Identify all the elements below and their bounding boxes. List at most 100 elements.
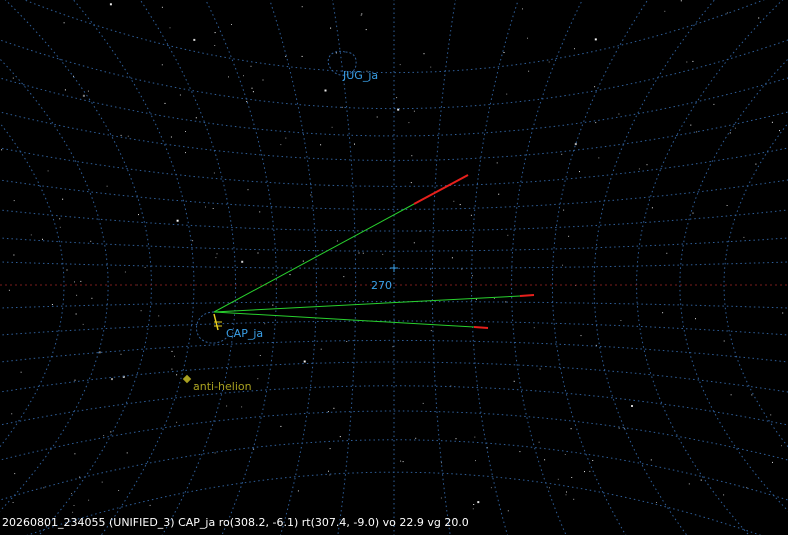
star: [174, 355, 175, 357]
star: [103, 435, 105, 437]
star: [595, 122, 597, 124]
star: [76, 294, 78, 296]
star: [13, 254, 15, 256]
star: [74, 453, 76, 455]
meteor-head-1: [413, 174, 469, 205]
star: [758, 17, 760, 19]
star: [513, 380, 515, 382]
star: [411, 155, 413, 157]
diamond-icon: [182, 374, 192, 384]
star: [455, 438, 457, 440]
star: [527, 37, 528, 39]
star: [493, 297, 495, 299]
star: [734, 127, 736, 129]
star: [250, 65, 252, 67]
star: [301, 6, 303, 8]
star: [20, 371, 22, 373]
star: [680, 0, 682, 2]
star: [772, 461, 773, 463]
star: [193, 38, 196, 41]
star: [346, 341, 348, 342]
star: [549, 487, 550, 489]
star: [331, 126, 333, 128]
star: [726, 205, 728, 206]
star: [62, 198, 64, 200]
star: [570, 428, 572, 430]
star: [564, 454, 566, 455]
star: [726, 12, 728, 14]
star: [475, 460, 476, 462]
star: [138, 214, 139, 216]
star: [324, 89, 327, 92]
star: [161, 64, 163, 66]
star: [329, 448, 331, 450]
grid-column-line: [139, 0, 237, 535]
star: [573, 498, 575, 500]
grid-column-line: [511, 0, 583, 535]
star: [12, 502, 14, 503]
star: [392, 346, 394, 348]
star: [73, 505, 75, 506]
star: [251, 87, 253, 89]
star: [320, 348, 322, 350]
star: [746, 487, 748, 489]
star: [459, 204, 461, 206]
star: [257, 252, 259, 254]
star: [171, 368, 173, 370]
star: [106, 185, 108, 187]
star: [164, 102, 166, 104]
meteor-trail-3: [213, 311, 475, 328]
star: [574, 143, 577, 146]
star: [161, 6, 163, 8]
star: [666, 252, 668, 254]
star: [490, 487, 492, 489]
star: [64, 89, 66, 91]
star: [272, 273, 274, 275]
star: [87, 90, 89, 92]
star: [584, 471, 585, 473]
star: [506, 93, 508, 95]
star: [257, 378, 259, 380]
star: [565, 494, 567, 496]
star: [358, 252, 360, 254]
star: [664, 10, 666, 12]
star: [212, 208, 214, 209]
star: [360, 14, 362, 16]
star: [243, 75, 244, 77]
star: [216, 253, 218, 255]
grid-column-line: [0, 58, 109, 512]
star: [594, 38, 597, 41]
star: [59, 226, 61, 228]
star: [561, 153, 563, 155]
star: [690, 124, 692, 126]
star: [505, 301, 507, 303]
star: [247, 189, 249, 191]
grid-row-line: [0, 361, 788, 393]
star: [205, 206, 206, 208]
star: [477, 501, 480, 504]
star: [51, 304, 53, 305]
star: [533, 327, 535, 329]
star: [310, 194, 312, 196]
star: [63, 22, 65, 24]
star: [176, 374, 178, 376]
star: [341, 106, 343, 108]
star: [650, 459, 652, 461]
star: [214, 32, 216, 34]
star: [13, 200, 15, 202]
star: [226, 405, 228, 407]
star: [539, 368, 541, 370]
star: [12, 77, 14, 79]
star: [503, 52, 505, 53]
star: [144, 267, 146, 268]
star: [1, 149, 3, 151]
grid-row-line: [0, 410, 788, 461]
star: [149, 504, 151, 506]
star: [522, 8, 523, 10]
star: [430, 330, 432, 332]
star: [548, 61, 550, 63]
star: [400, 460, 402, 462]
star: [631, 405, 633, 407]
star: [574, 48, 575, 50]
star: [328, 470, 329, 472]
